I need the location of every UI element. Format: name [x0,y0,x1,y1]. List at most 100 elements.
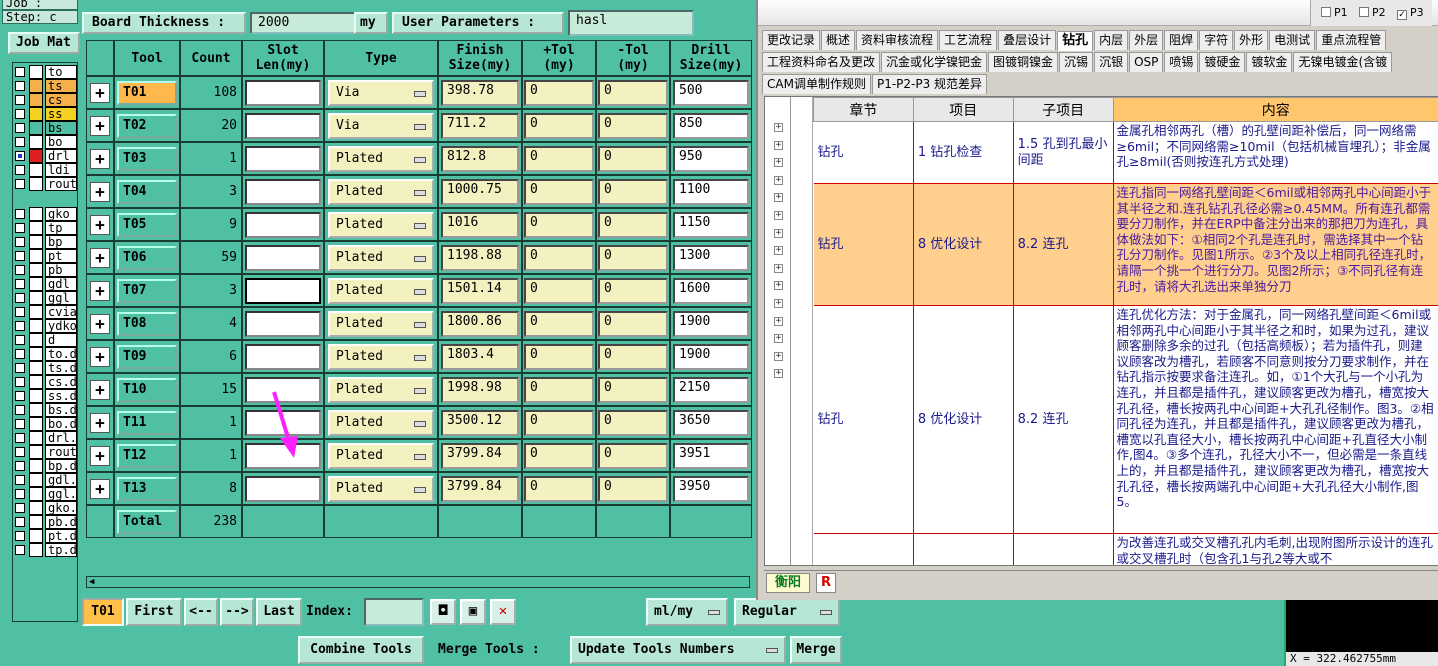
tab-tabs_row1-3[interactable]: 工艺流程 [939,30,998,50]
layer-checkbox[interactable] [15,321,25,331]
slot-len-input[interactable] [245,277,321,304]
tree-expand-icon[interactable]: + [774,140,783,150]
tab-tabs_row3-1[interactable]: P1-P2-P3 规范差异 [871,74,988,94]
tree-expand-icon[interactable]: + [774,316,783,326]
finish-size-input[interactable]: 398.78 [441,79,519,106]
type-select[interactable]: Plated [328,211,434,238]
job-matrix-button[interactable]: Job Mat [8,32,80,54]
tool-button[interactable]: T07 [117,278,177,303]
layer-row[interactable]: ss.d [13,389,79,403]
finish-size-input[interactable]: 1800.86 [441,310,519,337]
finish-size-input[interactable]: 812.8 [441,145,519,172]
tool-button[interactable]: T05 [117,212,177,237]
layer-row[interactable]: drl [13,149,79,163]
drill-size-input[interactable]: 1600 [673,277,749,304]
tool-button[interactable]: T01 [117,80,177,105]
plus-tol-input[interactable]: 0 [524,409,594,436]
layer-row[interactable]: cs [13,93,79,107]
layer-row[interactable]: pb.d [13,515,79,529]
tool-button[interactable]: T03 [117,146,177,171]
plus-tol-input[interactable]: 0 [524,145,594,172]
tab-tabs_row2-1[interactable]: 沉金或化学镍钯金 [881,52,988,72]
expand-plus-icon[interactable]: + [90,346,110,367]
minus-tol-input[interactable]: 0 [598,277,668,304]
finish-size-input[interactable]: 1803.4 [441,343,519,370]
minus-tol-input[interactable]: 0 [598,310,668,337]
layer-checkbox[interactable] [15,349,25,359]
tool-button[interactable]: T11 [117,410,177,435]
bulb-icon[interactable]: ◘ [430,599,456,625]
next-button[interactable]: --> [220,598,254,626]
type-select[interactable]: Plated [328,244,434,271]
tab-tabs_row1-1[interactable]: 概述 [821,30,856,50]
expand-plus-icon[interactable]: + [90,148,110,169]
slot-len-input[interactable] [245,475,321,502]
tool-button[interactable]: T10 [117,377,177,402]
index-input[interactable] [364,598,424,626]
horizontal-scrollbar[interactable]: ◀ [86,576,750,588]
tab-tabs_row2-0[interactable]: 工程资料命名及更改 [762,52,881,72]
graphics-area[interactable]: X = 322.462755mm [1284,600,1438,666]
plus-tol-input[interactable]: 0 [524,442,594,469]
layer-checkbox[interactable] [15,95,25,105]
layer-row[interactable]: bs.d [13,403,79,417]
layer-checkbox[interactable] [15,517,25,527]
expand-plus-icon[interactable]: + [90,214,110,235]
slot-len-input[interactable] [245,112,321,139]
finish-size-input[interactable]: 3799.84 [441,475,519,502]
tree-expand-icon[interactable]: + [774,351,783,361]
layer-row[interactable]: rout [13,177,79,191]
tree-expand-icon[interactable]: + [774,246,783,256]
type-select[interactable]: Plated [328,178,434,205]
layer-row[interactable]: to.d [13,347,79,361]
drill-size-input[interactable]: 1150 [673,211,749,238]
tab-tabs_row2-4[interactable]: 沉银 [1094,52,1129,72]
drill-size-input[interactable]: 500 [673,79,749,106]
expand-plus-icon[interactable]: + [90,379,110,400]
spec-row[interactable]: 钻孔 8 优化设计 8.2 连孔 连孔优化方法：对于金属孔，同一网络孔壁间距＜6mil… [813,305,1438,534]
merge-mode-select[interactable]: Update Tools Numbers [570,636,786,664]
layer-checkbox[interactable] [15,67,25,77]
tree-expand-icon[interactable]: + [774,369,783,379]
expand-plus-icon[interactable]: + [90,280,110,301]
slot-len-input[interactable] [245,244,321,271]
layer-checkbox[interactable] [15,461,25,471]
minus-tol-input[interactable]: 0 [598,79,668,106]
plus-tol-input[interactable]: 0 [524,310,594,337]
spec-row[interactable]: 钻孔 8 优化设计 8.2 连孔 连孔指同一网络孔壁间距＜6mil或相邻两孔中心间距小… [813,183,1438,306]
layer-checkbox[interactable] [15,237,25,247]
layer-checkbox[interactable] [15,363,25,373]
type-select[interactable]: Plated [328,277,434,304]
layer-row[interactable]: d [13,333,79,347]
tab-tabs_row2-8[interactable]: 镀软金 [1246,52,1293,72]
finish-size-input[interactable]: 1000.75 [441,178,519,205]
minus-tol-input[interactable]: 0 [598,442,668,469]
tree-expand-icon[interactable]: + [774,175,783,185]
user-parameters-input[interactable]: hasl [568,10,694,36]
plus-tol-input[interactable]: 0 [524,178,594,205]
last-button[interactable]: Last [256,598,302,626]
plus-tol-input[interactable]: 0 [524,112,594,139]
layer-checkbox[interactable] [15,545,25,555]
layer-checkbox[interactable] [15,137,25,147]
plus-tol-input[interactable]: 0 [524,244,594,271]
layer-checkbox[interactable] [15,123,25,133]
tree-expand-icon[interactable]: + [774,211,783,220]
finish-size-input[interactable]: 711.2 [441,112,519,139]
p2-checkbox[interactable]: P2 [1359,6,1386,19]
layer-checkbox[interactable] [15,433,25,443]
expand-plus-icon[interactable]: + [90,247,110,268]
tab-tabs_row2-7[interactable]: 镀硬金 [1199,52,1246,72]
expand-plus-icon[interactable]: + [90,412,110,433]
minus-tol-input[interactable]: 0 [598,376,668,403]
layer-row[interactable]: cvia [13,305,79,319]
minus-tol-input[interactable]: 0 [598,244,668,271]
layer-checkbox[interactable] [15,279,25,289]
finish-size-input[interactable]: 3500.12 [441,409,519,436]
finish-size-input[interactable]: 1016 [441,211,519,238]
drill-size-input[interactable]: 3650 [673,409,749,436]
layer-checkbox[interactable] [15,419,25,429]
layer-row[interactable]: bo.d [13,417,79,431]
tab-tabs_row1-2[interactable]: 资料审核流程 [856,30,939,50]
tab-tabs_row1-5[interactable]: 钻孔 [1057,31,1094,51]
